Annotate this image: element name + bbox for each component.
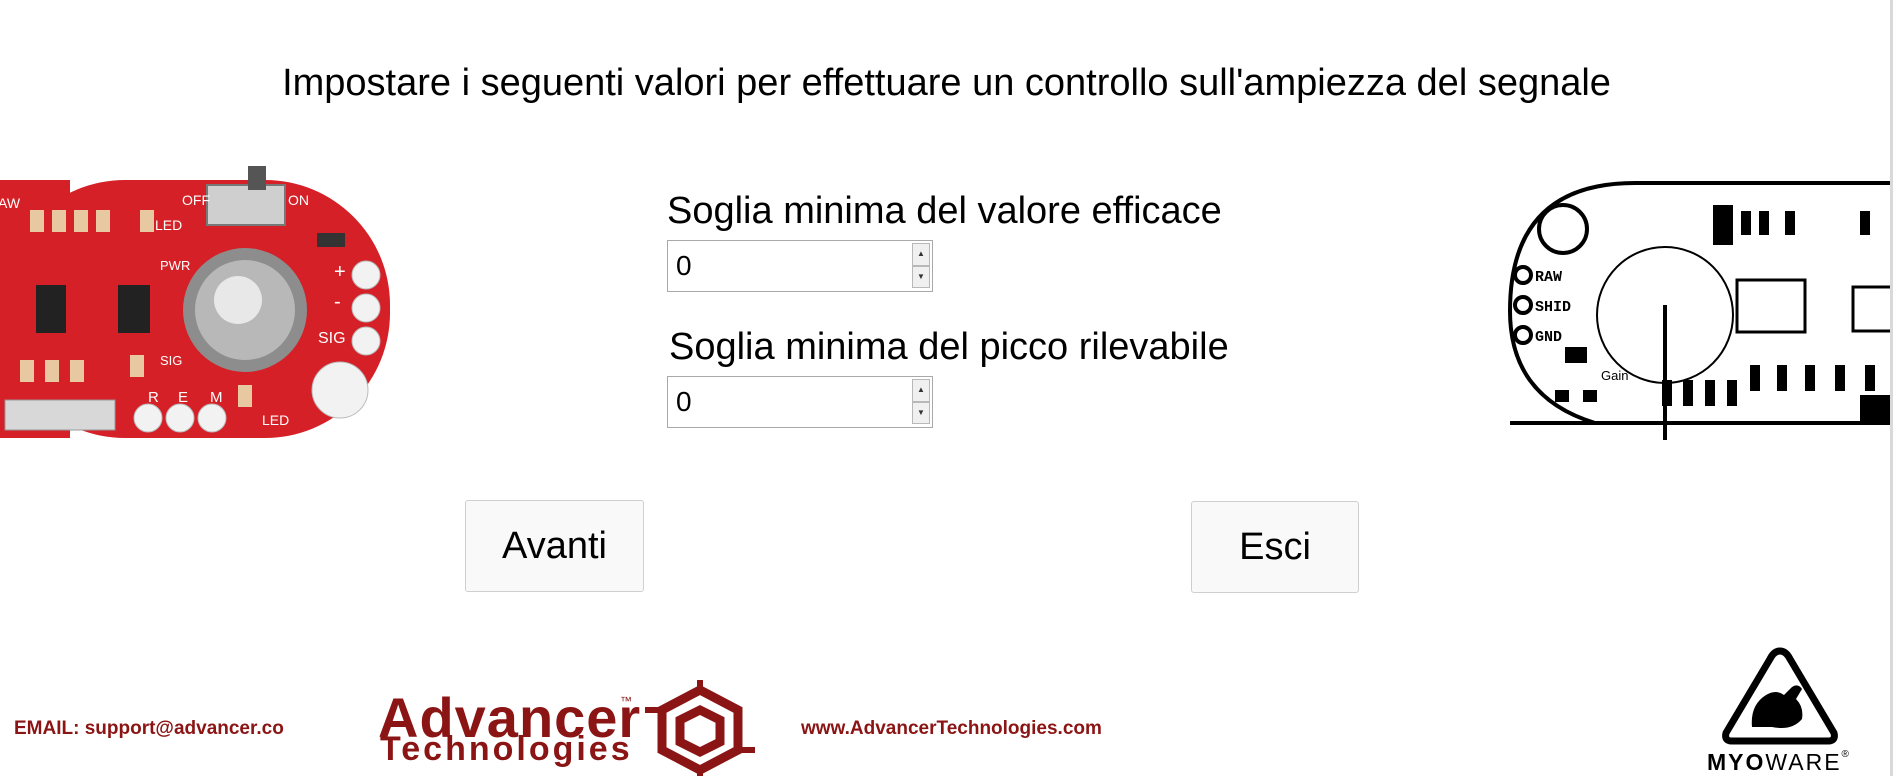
label-shid: SHID: [1535, 299, 1571, 316]
label-on: ON: [288, 192, 309, 208]
website-link: www.AdvancerTechnologies.com: [801, 718, 1102, 739]
myoware-arm-icon: [1722, 647, 1838, 745]
rms-threshold-arrows: ▲ ▼: [912, 243, 930, 288]
rms-threshold-label: Soglia minima del valore efficace: [667, 190, 1222, 232]
label-e: E: [178, 389, 188, 406]
peak-threshold-input[interactable]: [676, 383, 896, 421]
myoware-wordmark-rest: WARE: [1765, 749, 1842, 775]
advancer-hexagon-icon: [645, 680, 755, 776]
power-switch: [206, 184, 286, 226]
support-email: EMAIL: support@advancer.co: [14, 718, 284, 739]
label-m: M: [210, 389, 223, 406]
myoware-wordmark: MYOWARE®: [1707, 749, 1851, 776]
peak-threshold-spinbox[interactable]: ▲ ▼: [667, 376, 933, 428]
myoware-registered: ®: [1841, 749, 1851, 760]
label-gnd: GND: [1535, 329, 1562, 346]
label-led: LED: [155, 217, 182, 233]
label-raw: RAW: [1535, 269, 1562, 286]
spin-down-icon[interactable]: ▼: [912, 265, 930, 288]
spin-down-icon[interactable]: ▼: [912, 401, 930, 424]
label-sig: SIG: [318, 330, 346, 347]
sensor-board-photo: OFF ON LED PWR SIG + - SIG R E M LED AW: [0, 166, 390, 438]
label-gain: Gain: [1601, 368, 1628, 383]
label-sig-small: SIG: [160, 353, 182, 368]
advancer-wordmark-line2: Technologies: [380, 730, 633, 768]
sensor-board-diagram: RAW SHID GND Gain: [1507, 181, 1890, 440]
peak-threshold-label: Soglia minima del picco rilevabile: [669, 326, 1229, 368]
rms-threshold-input[interactable]: [676, 247, 896, 285]
spin-up-icon[interactable]: ▲: [912, 243, 930, 266]
myoware-wordmark-bold: MYO: [1707, 749, 1766, 775]
label-pwr: PWR: [160, 258, 190, 273]
label-plus: +: [334, 261, 346, 283]
label-r: R: [148, 389, 159, 406]
page-title: Impostare i seguenti valori per effettua…: [282, 62, 1611, 104]
label-led-2: LED: [262, 412, 289, 428]
rms-threshold-spinbox[interactable]: ▲ ▼: [667, 240, 933, 292]
label-off: OFF: [182, 192, 210, 208]
label-aw: AW: [0, 195, 21, 211]
spin-up-icon[interactable]: ▲: [912, 379, 930, 402]
label-minus: -: [334, 291, 341, 313]
advancer-trademark: ™: [620, 694, 632, 708]
next-button[interactable]: Avanti: [465, 500, 644, 592]
main-window: Impostare i seguenti valori per effettua…: [0, 0, 1893, 776]
peak-threshold-arrows: ▲ ▼: [912, 379, 930, 424]
exit-button[interactable]: Esci: [1191, 501, 1359, 593]
